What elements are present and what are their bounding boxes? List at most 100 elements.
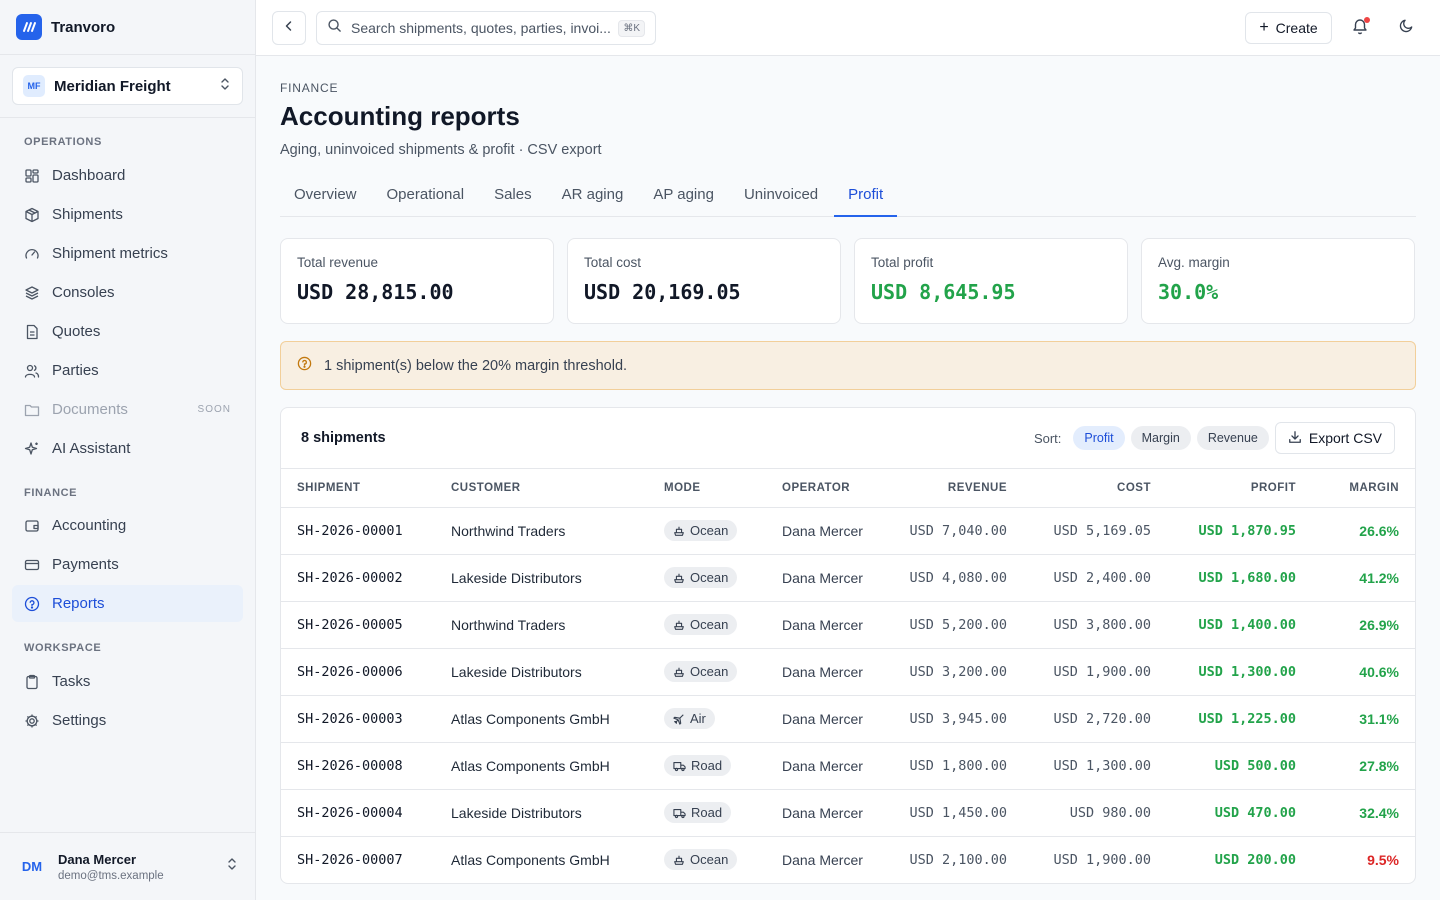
operator-name: Dana Mercer — [766, 507, 886, 555]
ship-icon — [673, 854, 685, 866]
credit-card-icon — [24, 557, 40, 573]
shipment-id[interactable]: SH-2026-00006 — [281, 648, 435, 696]
cost-value: USD 980.00 — [1023, 789, 1167, 837]
theme-toggle-button[interactable] — [1394, 16, 1418, 40]
mode-cell: Road — [648, 742, 766, 790]
margin-value: 9.5% — [1367, 851, 1399, 868]
tab-overview[interactable]: Overview — [280, 177, 371, 217]
export-csv-button[interactable]: Export CSV — [1274, 422, 1395, 454]
sidebar: Tranvoro MF Meridian Freight OPERATIONS … — [0, 0, 256, 900]
shipment-id[interactable]: SH-2026-00004 — [281, 789, 435, 837]
layers-icon — [24, 285, 40, 301]
operator-name: Dana Mercer — [766, 789, 886, 837]
sort-revenue-chip[interactable]: Revenue — [1196, 426, 1269, 450]
margin-value: 41.2% — [1312, 554, 1415, 602]
sidebar-item-payments[interactable]: Payments — [12, 546, 243, 583]
sidebar-item-parties[interactable]: Parties — [12, 352, 243, 389]
profit-value: USD 470.00 — [1167, 789, 1312, 837]
cost-value: USD 2,400.00 — [1023, 554, 1167, 602]
col-revenue[interactable]: REVENUE — [886, 469, 1023, 508]
sidebar-item-label: Consoles — [52, 284, 115, 301]
user-menu[interactable]: DM Dana Mercer demo@tms.example — [0, 832, 255, 900]
report-tabs: Overview Operational Sales AR aging AP a… — [280, 177, 1416, 217]
sidebar-item-shipments[interactable]: Shipments — [12, 196, 243, 233]
sidebar-item-consoles[interactable]: Consoles — [12, 274, 243, 311]
cost-value: USD 5,169.05 — [1023, 507, 1167, 555]
col-shipment[interactable]: SHIPMENT — [281, 469, 435, 508]
table-row[interactable]: SH-2026-00006 Lakeside Distributors Ocea… — [281, 648, 1415, 696]
mode-label: Road — [691, 758, 723, 773]
profit-value: USD 1,300.00 — [1167, 648, 1312, 696]
sidebar-item-tasks[interactable]: Tasks — [12, 663, 243, 700]
customer-name: Lakeside Distributors — [435, 789, 648, 837]
shipment-id[interactable]: SH-2026-00008 — [281, 742, 435, 790]
table-toolbar: 8 shipments Sort: Profit Margin Revenue … — [281, 408, 1415, 469]
notifications-button[interactable] — [1348, 16, 1372, 40]
customer-name: Northwind Traders — [435, 601, 648, 649]
table-row[interactable]: SH-2026-00004 Lakeside Distributors Road… — [281, 789, 1415, 837]
tab-operational[interactable]: Operational — [373, 177, 479, 217]
col-cost[interactable]: COST — [1023, 469, 1167, 508]
export-label: Export CSV — [1308, 430, 1382, 446]
chevron-left-icon — [282, 19, 296, 38]
sidebar-item-quotes[interactable]: Quotes — [12, 313, 243, 350]
col-margin[interactable]: MARGIN — [1312, 469, 1415, 508]
sort-label: Sort: — [1033, 430, 1062, 446]
shipment-id[interactable]: SH-2026-00001 — [281, 507, 435, 555]
user-name: Dana Mercer — [58, 851, 137, 867]
table-row[interactable]: SH-2026-00005 Northwind Traders Ocean Da… — [281, 601, 1415, 649]
revenue-value: USD 3,200.00 — [886, 648, 1023, 696]
mode-label: Air — [690, 711, 706, 726]
table-row[interactable]: SH-2026-00001 Northwind Traders Ocean Da… — [281, 507, 1415, 555]
sidebar-item-settings[interactable]: Settings — [12, 702, 243, 739]
summary-cards: Total revenue USD 28,815.00 Total cost U… — [280, 238, 1416, 324]
shipment-id[interactable]: SH-2026-00002 — [281, 554, 435, 602]
table-row[interactable]: SH-2026-00008 Atlas Components GmbH Road… — [281, 742, 1415, 790]
table-row[interactable]: SH-2026-00002 Lakeside Distributors Ocea… — [281, 554, 1415, 602]
nav-section-operations: OPERATIONS — [24, 136, 102, 148]
tab-ap-aging[interactable]: AP aging — [639, 177, 728, 217]
sparkles-icon — [24, 441, 40, 457]
table-row[interactable]: SH-2026-00003 Atlas Components GmbH Air … — [281, 695, 1415, 743]
mode-cell: Ocean — [648, 601, 766, 649]
tab-sales[interactable]: Sales — [480, 177, 546, 217]
mode-badge: Air — [664, 708, 715, 729]
revenue-value: USD 7,040.00 — [886, 507, 1023, 555]
shipment-id[interactable]: SH-2026-00003 — [281, 695, 435, 743]
revenue-value: USD 3,945.00 — [886, 695, 1023, 743]
mode-label: Ocean — [690, 570, 729, 585]
sidebar-item-ai-assistant[interactable]: AI Assistant — [12, 430, 243, 467]
tab-uninvoiced[interactable]: Uninvoiced — [730, 177, 832, 217]
tab-profit[interactable]: Profit — [834, 177, 898, 217]
margin-value: 27.8% — [1312, 742, 1415, 790]
sidebar-item-dashboard[interactable]: Dashboard — [12, 157, 243, 194]
sidebar-item-label: AI Assistant — [52, 440, 131, 457]
sort-profit-chip[interactable]: Profit — [1073, 426, 1125, 450]
org-switcher[interactable]: MF Meridian Freight — [12, 67, 243, 105]
shipment-id[interactable]: SH-2026-00007 — [281, 836, 435, 883]
collapse-sidebar-button[interactable] — [272, 11, 306, 45]
create-button[interactable]: + Create — [1245, 12, 1332, 44]
col-profit[interactable]: PROFIT — [1167, 469, 1312, 508]
brand[interactable]: Tranvoro — [0, 0, 255, 55]
dashboard-icon — [24, 168, 40, 184]
shipment-id[interactable]: SH-2026-00005 — [281, 601, 435, 649]
search-input[interactable]: Search shipments, quotes, parties, invoi… — [316, 11, 656, 45]
page-subtitle: Aging, uninvoiced shipments & profit · C… — [280, 142, 602, 158]
col-operator[interactable]: OPERATOR — [766, 469, 886, 508]
profit-value: USD 1,870.95 — [1167, 507, 1312, 555]
download-icon — [1288, 430, 1302, 447]
sidebar-item-reports[interactable]: Reports — [12, 585, 243, 622]
col-customer[interactable]: CUSTOMER — [435, 469, 648, 508]
sidebar-item-documents[interactable]: Documents SOON — [12, 391, 243, 428]
mode-badge: Road — [664, 755, 732, 776]
sidebar-item-accounting[interactable]: Accounting — [12, 507, 243, 544]
sort-margin-chip[interactable]: Margin — [1130, 426, 1191, 450]
col-mode[interactable]: MODE — [648, 469, 766, 508]
tab-ar-aging[interactable]: AR aging — [548, 177, 638, 217]
mode-label: Ocean — [690, 852, 729, 868]
table-row[interactable]: SH-2026-00007 Atlas Components GmbH Ocea… — [281, 836, 1415, 883]
cost-value: USD 1,900.00 — [1023, 648, 1167, 696]
sidebar-item-shipment-metrics[interactable]: Shipment metrics — [12, 235, 243, 272]
page-title: Accounting reports — [280, 101, 520, 131]
